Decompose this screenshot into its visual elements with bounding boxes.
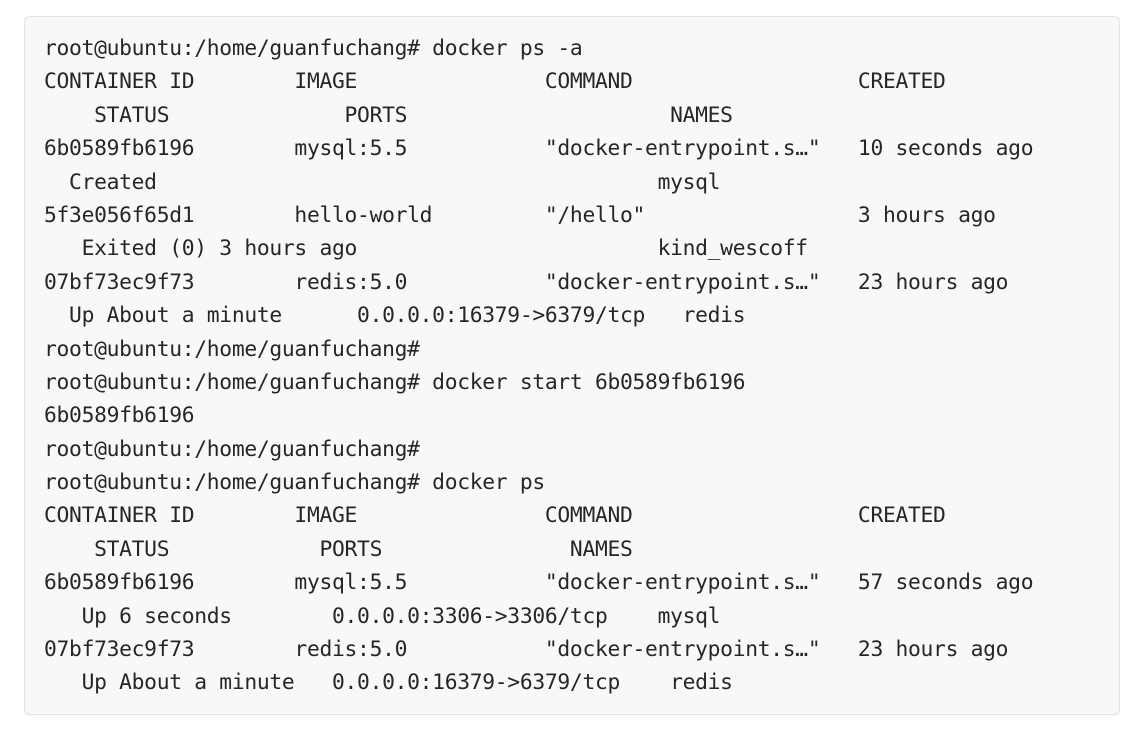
terminal-line: STATUS PORTS NAMES	[44, 533, 1119, 566]
terminal-line: 6b0589fb6196 mysql:5.5 "docker-entrypoin…	[44, 132, 1119, 165]
terminal-line: Up About a minute 0.0.0.0:16379->6379/tc…	[44, 666, 1119, 699]
terminal-line: 07bf73ec9f73 redis:5.0 "docker-entrypoin…	[44, 633, 1119, 666]
terminal-line: Up About a minute 0.0.0.0:16379->6379/tc…	[44, 299, 1119, 332]
terminal-line: Created mysql	[44, 166, 1119, 199]
terminal-line: CONTAINER ID IMAGE COMMAND CREATED	[44, 65, 1119, 98]
terminal-line: Exited (0) 3 hours ago kind_wescoff	[44, 232, 1119, 265]
terminal-line: 6b0589fb6196	[44, 399, 1119, 432]
terminal-line: root@ubuntu:/home/guanfuchang#	[44, 433, 1119, 466]
terminal-line: root@ubuntu:/home/guanfuchang#	[44, 333, 1119, 366]
terminal-line: root@ubuntu:/home/guanfuchang# docker ps	[44, 466, 1119, 499]
terminal-line: CONTAINER ID IMAGE COMMAND CREATED	[44, 499, 1119, 532]
terminal-line: root@ubuntu:/home/guanfuchang# docker ps…	[44, 32, 1119, 65]
terminal-line: Up 6 seconds 0.0.0.0:3306->3306/tcp mysq…	[44, 600, 1119, 633]
terminal-line: 5f3e056f65d1 hello-world "/hello" 3 hour…	[44, 199, 1119, 232]
terminal-card: root@ubuntu:/home/guanfuchang# docker ps…	[24, 16, 1120, 715]
terminal-line: 6b0589fb6196 mysql:5.5 "docker-entrypoin…	[44, 566, 1119, 599]
terminal-line: root@ubuntu:/home/guanfuchang# docker st…	[44, 366, 1119, 399]
terminal-line: STATUS PORTS NAMES	[44, 99, 1119, 132]
terminal-output[interactable]: root@ubuntu:/home/guanfuchang# docker ps…	[44, 32, 1119, 700]
terminal-line: 07bf73ec9f73 redis:5.0 "docker-entrypoin…	[44, 266, 1119, 299]
